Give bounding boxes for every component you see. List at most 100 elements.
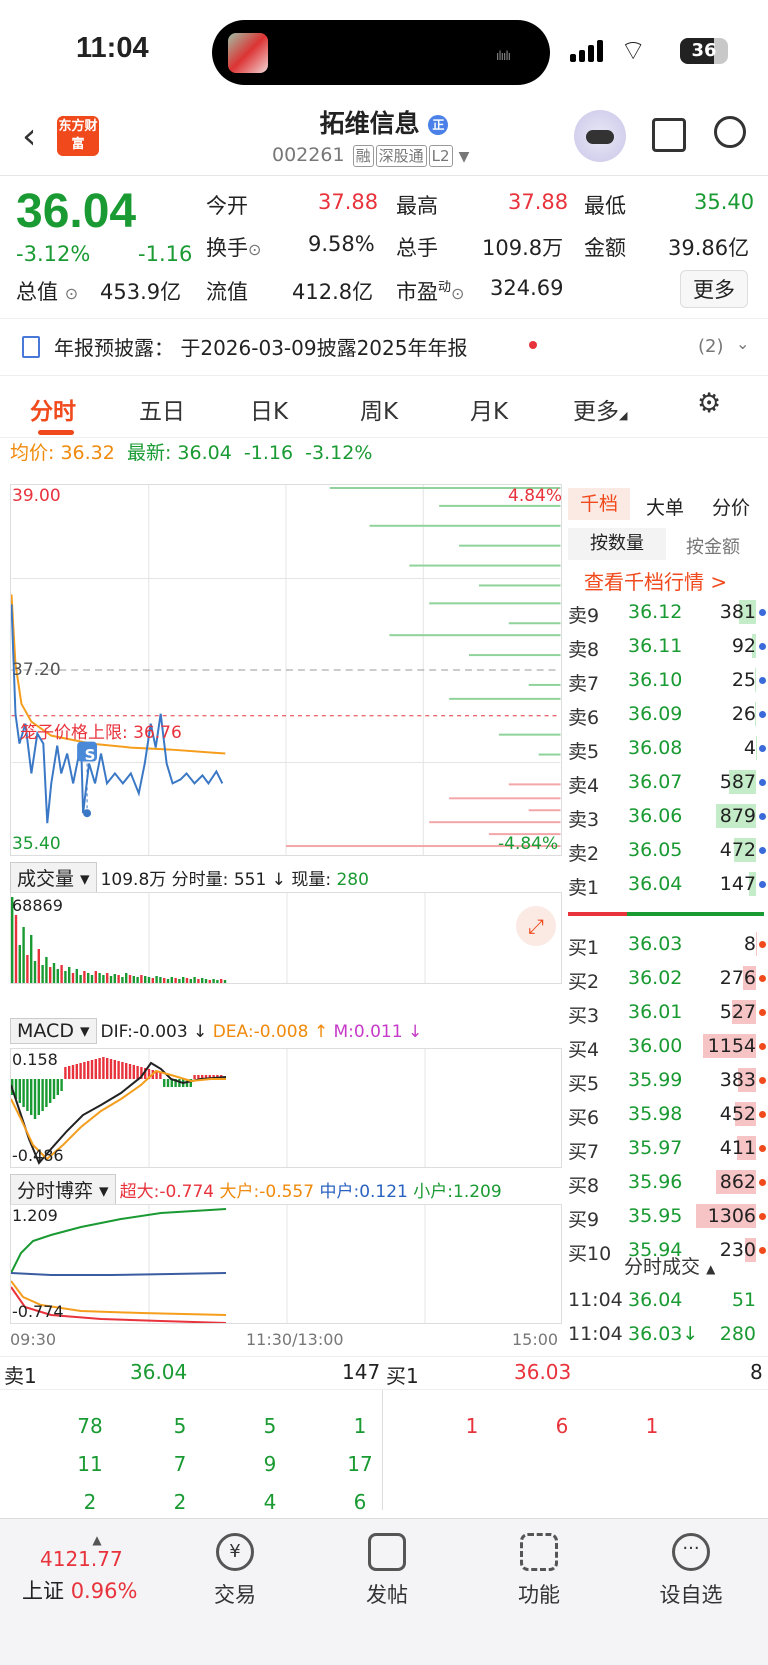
tab-price-dist[interactable]: 分价 (712, 493, 750, 520)
volume-bar (113, 974, 116, 983)
robot-avatar[interactable] (574, 110, 626, 162)
pct-top: 4.84% (508, 486, 563, 506)
float-label: 流值 (206, 280, 248, 304)
macd-top: 0.158 (12, 1050, 58, 1069)
volume-bar (163, 978, 166, 983)
tab-bigorders[interactable]: 大单 (646, 493, 684, 520)
bid-row[interactable]: 买3 36.01 527 (564, 996, 768, 1030)
level-label: 买9 (568, 1209, 600, 1231)
order-dot (759, 941, 766, 948)
level-price: 36.00 (628, 1035, 683, 1057)
macd-bar (37, 1079, 40, 1115)
bid-row[interactable]: 买8 35.96 862 (564, 1166, 768, 1200)
expand-icon[interactable]: ⤢ (516, 906, 556, 946)
bid-row[interactable]: 买2 36.02 276 (564, 962, 768, 996)
ask-row[interactable]: 卖3 36.06 879 (564, 800, 768, 834)
level-label: 买4 (568, 1039, 600, 1061)
tab-more[interactable]: 更多◢ (573, 392, 627, 426)
macd-bar (79, 1063, 82, 1079)
nav-function[interactable]: 功能 (484, 1533, 594, 1609)
volume-bar (87, 973, 90, 983)
level-volume: 862 (719, 1171, 756, 1193)
queue-sell-cell: 78 (77, 1414, 103, 1438)
intraday-chart[interactable] (10, 484, 562, 856)
level-volume: 527 (719, 1001, 756, 1023)
tab-monthly[interactable]: 月K (470, 392, 508, 426)
ask-row[interactable]: 卖8 36.11 92 (564, 630, 768, 664)
price-top: 39.00 (12, 486, 61, 506)
stock-code[interactable]: 002261 融深股通 L2 ▼ (272, 144, 469, 167)
level-volume: 8 (743, 933, 756, 955)
nav-post[interactable]: 发帖 (332, 1533, 442, 1609)
more-button[interactable]: 更多 (680, 270, 748, 308)
order-dot (759, 677, 766, 684)
ask-row[interactable]: 卖1 36.04 147 (564, 868, 768, 902)
ask-row[interactable]: 卖7 36.10 25 (564, 664, 768, 698)
ask-row[interactable]: 卖5 36.08 4 (564, 732, 768, 766)
level-price: 36.12 (628, 601, 683, 623)
price-limit-label: 笼子价格上限: 36.76 (20, 723, 182, 743)
sell-marker[interactable]: S (80, 746, 100, 764)
by-amount-button[interactable]: 按金额 (686, 533, 740, 559)
bid-row[interactable]: 买6 35.98 452 (564, 1098, 768, 1132)
level-label: 卖5 (568, 741, 600, 763)
index-widget[interactable]: ▲ 4121.77 上证 0.96% (22, 1533, 172, 1605)
tab-orderbook[interactable]: 千档 (568, 488, 630, 520)
trades-title[interactable]: 分时成交 ▲ (624, 1252, 715, 1279)
ask-row[interactable]: 卖4 36.07 587 (564, 766, 768, 800)
macd-selector[interactable]: MACD ▾ (10, 1018, 97, 1044)
level-label: 卖4 (568, 775, 600, 797)
share-icon[interactable] (652, 118, 686, 152)
announcement-bar[interactable]: 年报预披露： 于2026-03-09披露2025年年报 (2) ⌄ (0, 320, 768, 376)
ask-row[interactable]: 卖2 36.05 472 (564, 834, 768, 868)
time-start: 09:30 (10, 1330, 57, 1349)
queue-sell-label: 卖1 (4, 1364, 37, 1388)
nav-watchlist[interactable]: ··· 设自选 (636, 1533, 746, 1609)
signal-icon (570, 40, 606, 62)
search-icon[interactable] (714, 116, 746, 148)
volume-bar (41, 965, 44, 983)
game-header: 分时博弈 ▾ 超大:-0.774 大户:-0.557 中户:0.121 小户:1.… (10, 1174, 502, 1205)
bid-row[interactable]: 买7 35.97 411 (564, 1132, 768, 1166)
pct-change: -3.12% (16, 242, 91, 266)
tab-5day[interactable]: 五日 (139, 392, 185, 426)
bid-row[interactable]: 买5 35.99 383 (564, 1064, 768, 1098)
volume-bar (14, 915, 18, 983)
mcap-value: 453.9亿 (100, 280, 182, 304)
macd-bar (49, 1079, 52, 1103)
level-volume: 1154 (707, 1035, 756, 1057)
nav-trade[interactable]: ¥ 交易 (180, 1533, 290, 1609)
volume-bar (45, 957, 48, 983)
amount-label: 金额 (584, 236, 626, 260)
ask-row[interactable]: 卖6 36.09 26 (564, 698, 768, 732)
volume-bar (102, 975, 105, 983)
volume-bar (166, 979, 170, 983)
tab-weekly[interactable]: 周K (360, 392, 398, 426)
order-dot (759, 813, 766, 820)
level-label: 买10 (568, 1243, 612, 1265)
level-price: 36.05 (628, 839, 683, 861)
tab-daily[interactable]: 日K (250, 392, 288, 426)
last-price: 36.04 (16, 185, 137, 238)
volume-bar (71, 973, 75, 983)
game-selector[interactable]: 分时博弈 ▾ (10, 1174, 116, 1205)
macd-bar (166, 1079, 170, 1087)
macd-bar (75, 1064, 78, 1079)
amount-value: 39.86亿 (668, 236, 750, 260)
view-depth-link[interactable]: 查看千档行情 > (584, 566, 727, 595)
gear-icon[interactable]: ⚙ (697, 388, 721, 419)
by-quantity-button[interactable]: 按数量 (568, 528, 666, 560)
order-dot (759, 1077, 766, 1084)
bottom-nav: ▲ 4121.77 上证 0.96% ¥ 交易 发帖 功能 ··· 设自选 (0, 1518, 768, 1665)
macd-bar (117, 1061, 120, 1079)
volume-bar (144, 976, 147, 983)
macd-bar (132, 1065, 135, 1079)
bid-row[interactable]: 买9 35.95 1306 (564, 1200, 768, 1234)
pct-bottom: -4.84% (498, 834, 559, 854)
ask-row[interactable]: 卖9 36.12 381 (564, 596, 768, 630)
bid-row[interactable]: 买4 36.00 1154 (564, 1030, 768, 1064)
volume-selector[interactable]: 成交量 ▾ (10, 862, 97, 893)
tab-intraday[interactable]: 分时 (30, 392, 76, 426)
macd-header: MACD ▾ DIF:-0.003 ↓ DEA:-0.008 ↑ M:0.011 … (10, 1018, 422, 1044)
bid-row[interactable]: 买1 36.03 8 (564, 928, 768, 962)
